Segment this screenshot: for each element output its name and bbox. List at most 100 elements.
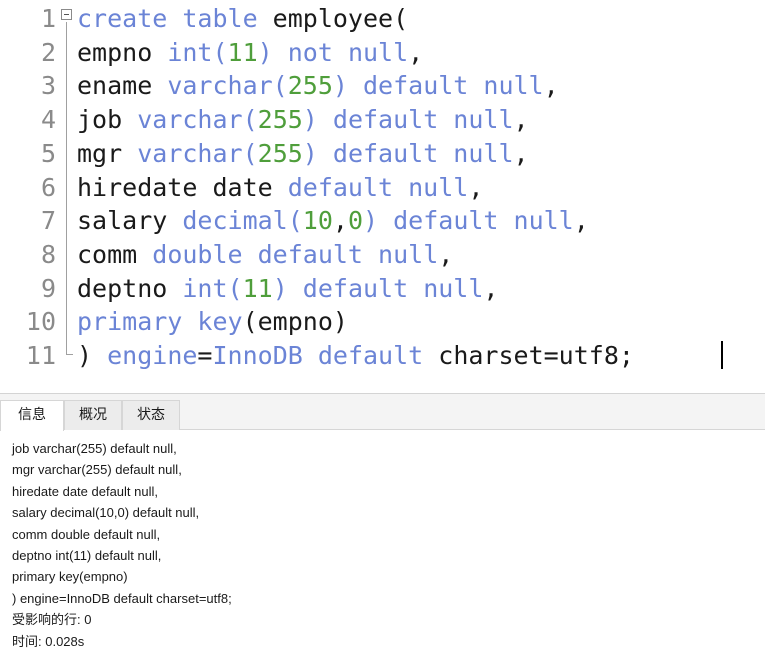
code-line[interactable]: 3 ename varchar(255) default null,	[0, 69, 765, 103]
sql-editor[interactable]: 1 create table employee(2 empno int(11) no…	[0, 0, 765, 393]
output-line: mgr varchar(255) default null,	[12, 462, 182, 478]
text-token: employee(	[272, 4, 409, 33]
code-line[interactable]: 11) engine=InnoDB default charset=utf8;	[0, 339, 765, 373]
line-number: 8	[40, 239, 56, 269]
tab-info[interactable]: 信息	[0, 400, 64, 431]
output-line: job varchar(255) default null,	[12, 441, 177, 456]
code-line[interactable]: 8 comm double default null,	[0, 238, 765, 272]
code-text: deptno int(11) default null,	[77, 272, 498, 306]
keyword-token: create table	[77, 4, 273, 33]
code-line[interactable]: 10 primary key(empno)	[0, 305, 765, 339]
code-line[interactable]: 2 empno int(11) not null,	[0, 36, 765, 70]
line-number: 11	[25, 341, 56, 370]
text-token: salary	[77, 206, 183, 236]
text-token: empno	[77, 37, 168, 67]
number-token: 255	[257, 105, 303, 135]
output-line: comm double default null,	[12, 526, 161, 542]
text-token: hiredate date	[77, 172, 288, 202]
code-line[interactable]: 4 job varchar(255) default null,	[0, 103, 765, 137]
number-token: 11	[242, 273, 273, 303]
number-token: 255	[257, 138, 303, 168]
text-token: ename	[77, 71, 168, 101]
line-number: 3	[40, 71, 56, 101]
text-token: deptno	[77, 273, 183, 303]
number-token: 0	[347, 206, 364, 236]
line-number: 6	[40, 172, 56, 202]
output-line: ) engine=InnoDB default charset=utf8;	[12, 590, 232, 606]
keyword-token: int(	[182, 273, 243, 303]
keyword-token: ) default null	[302, 138, 514, 168]
code-text: primary key(empno)	[77, 305, 348, 339]
code-line[interactable]: 9 deptno int(11) default null,	[0, 272, 765, 306]
tab-status[interactable]: 状态	[122, 400, 180, 430]
line-number: 1	[40, 4, 56, 33]
tab-profile[interactable]: 概况	[64, 400, 122, 430]
text-token: ,	[513, 105, 529, 135]
fold-guide-line	[66, 22, 67, 354]
number-token: 255	[287, 71, 333, 101]
text-token: mgr	[77, 138, 138, 168]
code-line[interactable]: 5 mgr varchar(255) default null,	[0, 137, 765, 171]
output-line: deptno int(11) default null,	[12, 547, 162, 563]
keyword-token: varchar(	[167, 71, 288, 101]
line-number: 7	[40, 206, 56, 236]
text-caret	[721, 341, 723, 369]
message-output: job varchar(255) default null, mgr varcha…	[12, 438, 752, 652]
keyword-token: ) default null	[332, 71, 544, 101]
text-token: ,	[513, 138, 529, 168]
output-line: 时间: 0.028s	[12, 633, 85, 649]
keyword-token: double default null	[152, 239, 439, 269]
fold-guide-end	[66, 354, 73, 355]
code-line[interactable]: 7 salary decimal(10,0) default null,	[0, 204, 765, 238]
keyword-token: default null	[287, 172, 469, 202]
code-text: hiredate date default null,	[77, 171, 483, 205]
line-number: 10	[25, 307, 56, 337]
code-text: salary decimal(10,0) default null,	[77, 204, 589, 238]
output-line: hiredate date default null,	[12, 483, 158, 499]
keyword-token: varchar(	[137, 138, 258, 168]
keyword-token: ) default null	[363, 206, 574, 236]
code-text: empno int(11) not null,	[77, 36, 423, 70]
text-token: =	[197, 341, 213, 370]
text-token: ,	[573, 206, 589, 236]
text-token: ,	[332, 206, 348, 236]
keyword-token: varchar(	[137, 105, 258, 135]
text-token: comm	[77, 239, 153, 269]
keyword-token: ) default null	[302, 105, 514, 135]
keyword-token: ) not null	[257, 37, 409, 67]
text-token: ,	[483, 273, 499, 303]
keyword-token: primary key	[77, 307, 243, 337]
text-token: ,	[543, 71, 559, 101]
sql-query-window: 1 create table employee(2 empno int(11) no…	[0, 0, 765, 658]
keyword-token: InnoDB default	[212, 341, 439, 370]
text-token: ,	[408, 37, 424, 67]
output-line: primary key(empno)	[12, 569, 128, 585]
fold-collapse-icon[interactable]	[61, 9, 72, 20]
text-token: charset=utf8;	[438, 341, 634, 370]
text-token: ,	[468, 172, 484, 202]
line-number: 9	[40, 273, 56, 303]
code-text: ename varchar(255) default null,	[77, 69, 559, 103]
text-token: )	[77, 341, 108, 370]
keyword-token: decimal(	[182, 206, 303, 236]
output-line: salary decimal(10,0) default null,	[12, 505, 200, 521]
line-number: 4	[40, 105, 56, 135]
code-text: ) engine=InnoDB default charset=utf8;	[77, 339, 634, 373]
code-text: job varchar(255) default null,	[77, 103, 529, 137]
number-token: 11	[227, 37, 258, 67]
line-number: 2	[40, 37, 56, 67]
keyword-token: engine	[107, 341, 198, 370]
code-line[interactable]: 1 create table employee(	[0, 2, 765, 36]
text-token: job	[77, 105, 138, 135]
code-text: mgr varchar(255) default null,	[77, 137, 529, 171]
text-token: ,	[438, 239, 454, 269]
output-line: 受影响的行: 0	[12, 612, 92, 628]
code-text: comm double default null,	[77, 238, 453, 272]
keyword-token: ) default null	[272, 273, 484, 303]
code-text: create table employee(	[77, 2, 408, 36]
number-token: 10	[302, 206, 333, 236]
code-line[interactable]: 6 hiredate date default null,	[0, 171, 765, 205]
line-number: 5	[40, 138, 56, 168]
keyword-token: int(	[167, 37, 228, 67]
result-tab-bar: 信息 概况 状态	[0, 394, 765, 431]
